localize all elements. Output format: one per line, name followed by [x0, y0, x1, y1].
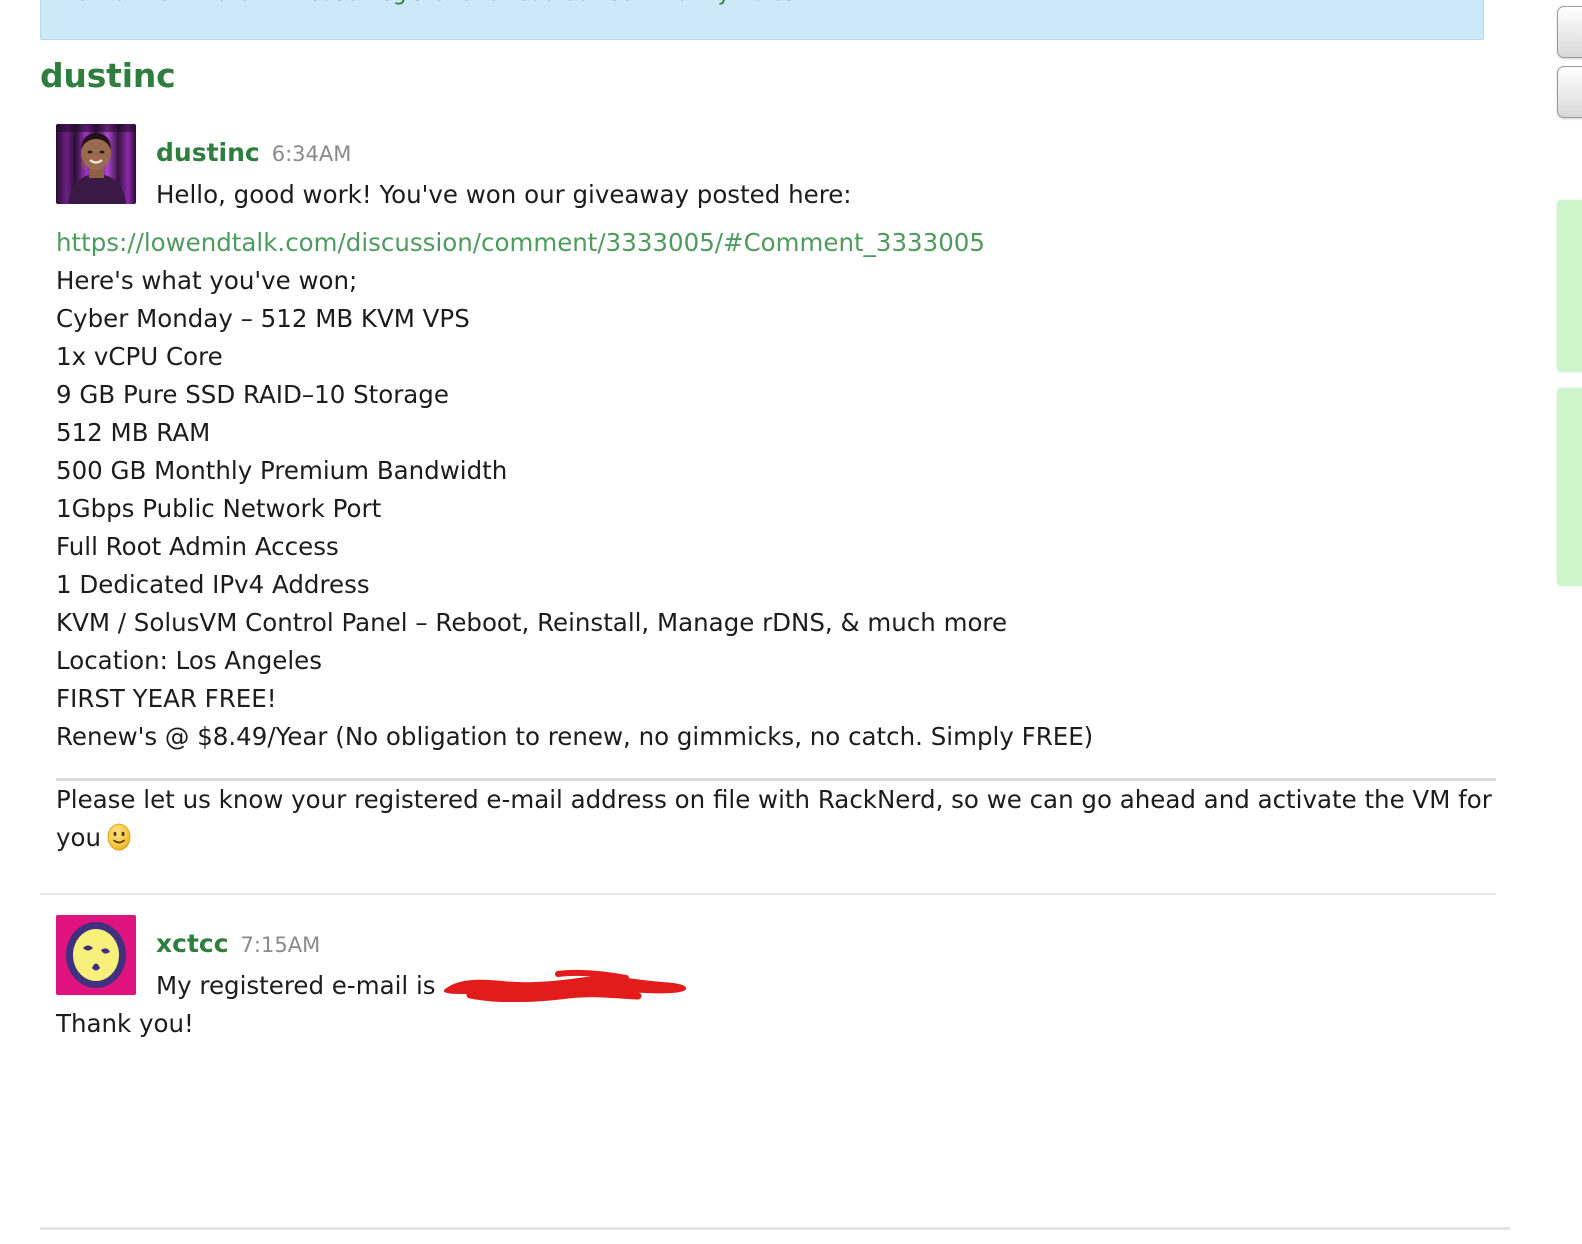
- greeting-line: Hello, good work! You've won our giveawa…: [156, 180, 852, 209]
- sidebar-widgets-clipped: [1545, 0, 1582, 1244]
- page-bottom-divider: [40, 1227, 1510, 1230]
- comment-meta-xctcc: xctcc 7:15AM: [156, 915, 320, 958]
- comment-list: dustinc 6:34AM Hello, good work! You've …: [40, 112, 1510, 1043]
- spec-row: 9 GB Pure SSD RAID–10 Storage: [56, 380, 449, 409]
- avatar-xctcc[interactable]: [56, 915, 136, 995]
- comment-timestamp[interactable]: 7:15AM: [241, 933, 321, 957]
- giveaway-link-line: https://lowendtalk.com/discussion/commen…: [56, 224, 1510, 262]
- comment-item-xctcc: xctcc 7:15AM My registered e-mail is Tha…: [40, 895, 1510, 1043]
- page-root: New on LowEndTalk? Please Register and r…: [0, 0, 1582, 1244]
- registration-notice-banner[interactable]: New on LowEndTalk? Please Register and r…: [40, 0, 1484, 40]
- spec-row: Full Root Admin Access: [56, 532, 339, 561]
- comment-body-xctcc: My registered e-mail is Thank you!: [40, 967, 1510, 1043]
- email-reply-text: My registered e-mail is: [156, 971, 436, 1000]
- giveaway-post-link[interactable]: https://lowendtalk.com/discussion/commen…: [56, 228, 985, 257]
- page-title: dustinc: [40, 56, 176, 95]
- comment-meta-dustinc: dustinc 6:34AM: [156, 124, 351, 167]
- closing-text: Please let us know your registered e-mai…: [56, 785, 1492, 852]
- email-reply-line: My registered e-mail is: [56, 967, 1510, 1005]
- thank-you-line: Thank you!: [56, 1009, 194, 1038]
- intro-line: Here's what you've won;: [56, 266, 358, 295]
- spec-row: 512 MB RAM: [56, 418, 211, 447]
- avatar-dustinc-photo-icon: [56, 124, 136, 204]
- spec-row: 1Gbps Public Network Port: [56, 494, 382, 523]
- spec-row: KVM / SolusVM Control Panel – Reboot, Re…: [56, 608, 1008, 637]
- spec-row: Renew's @ $8.49/Year (No obligation to r…: [56, 722, 1094, 751]
- avatar-xctcc-identicon-icon: [56, 915, 136, 995]
- comment-author-name[interactable]: dustinc: [156, 138, 260, 167]
- avatar-dustinc[interactable]: [56, 124, 136, 204]
- spec-row: 1 Dedicated IPv4 Address: [56, 570, 370, 599]
- side-panel-upper[interactable]: [1557, 200, 1582, 372]
- comment-item-dustinc: dustinc 6:34AM Hello, good work! You've …: [40, 112, 1510, 857]
- spec-list: 1x vCPU Core 9 GB Pure SSD RAID–10 Stora…: [56, 338, 1510, 756]
- comment-timestamp[interactable]: 6:34AM: [272, 142, 352, 166]
- side-button-top[interactable]: [1557, 6, 1582, 58]
- offer-title-line: Cyber Monday – 512 MB KVM VPS: [56, 304, 470, 333]
- redaction-scribble: [440, 968, 690, 1002]
- slightly-smiling-face-emoji: [105, 823, 133, 851]
- closing-paragraph: Please let us know your registered e-mai…: [56, 781, 1496, 857]
- side-button-second[interactable]: [1557, 66, 1582, 118]
- spec-row: 500 GB Monthly Premium Bandwidth: [56, 456, 508, 485]
- side-panel-lower[interactable]: [1557, 388, 1582, 586]
- comment-body-dustinc: Hello, good work! You've won our giveawa…: [40, 176, 1510, 857]
- spec-row: 1x vCPU Core: [56, 342, 223, 371]
- comment-author-name[interactable]: xctcc: [156, 929, 229, 958]
- spec-row: FIRST YEAR FREE!: [56, 684, 277, 713]
- spec-row: Location: Los Angeles: [56, 646, 322, 675]
- registration-notice-text: New on LowEndTalk? Please Register and r…: [59, 0, 1465, 9]
